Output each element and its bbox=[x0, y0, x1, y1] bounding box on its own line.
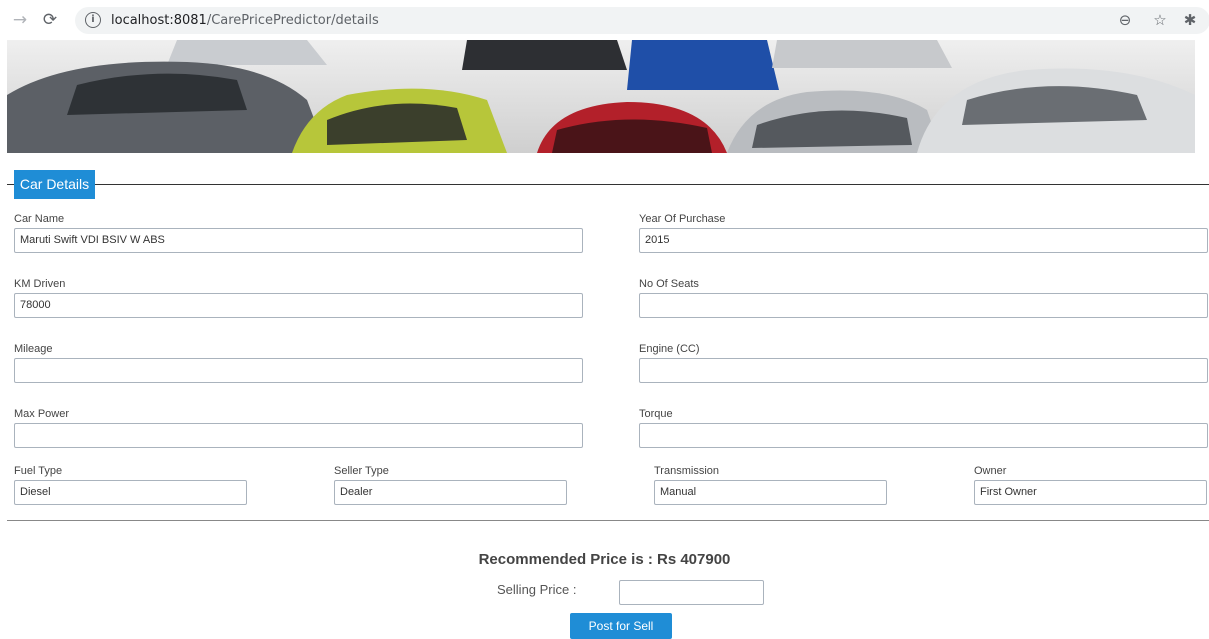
year-of-purchase-label: Year Of Purchase bbox=[639, 213, 726, 225]
url-path: /CarePricePredictor/details bbox=[206, 13, 379, 28]
car-name-label: Car Name bbox=[14, 213, 65, 225]
url-host: localhost:8081 bbox=[111, 13, 207, 28]
zoom-icon[interactable]: ⊖ bbox=[1115, 10, 1135, 30]
forward-icon[interactable]: → bbox=[10, 10, 30, 30]
form-divider bbox=[7, 520, 1209, 521]
post-for-sell-button[interactable]: Post for Sell bbox=[570, 613, 672, 639]
fuel-type-label: Fuel Type bbox=[14, 465, 63, 477]
torque-label: Torque bbox=[639, 408, 673, 420]
owner-field[interactable]: First Owner bbox=[974, 480, 1207, 505]
url-text[interactable]: localhost:8081/CarePricePredictor/detail… bbox=[111, 13, 379, 28]
km-driven-field[interactable]: 78000 bbox=[14, 293, 583, 318]
extensions-puzzle-icon[interactable]: ✱ bbox=[1180, 10, 1200, 30]
torque-field[interactable] bbox=[639, 423, 1208, 448]
recommended-price-text: Recommended Price is : Rs 407900 bbox=[478, 551, 731, 568]
engine-cc-label: Engine (CC) bbox=[639, 343, 700, 355]
browser-toolbar: → ⟳ i localhost:8081/CarePricePredictor/… bbox=[0, 0, 1209, 40]
max-power-field[interactable] bbox=[14, 423, 583, 448]
no-of-seats-label: No Of Seats bbox=[639, 278, 699, 290]
seller-type-label: Seller Type bbox=[334, 465, 389, 477]
km-driven-label: KM Driven bbox=[14, 278, 66, 290]
no-of-seats-field[interactable] bbox=[639, 293, 1208, 318]
transmission-field[interactable]: Manual bbox=[654, 480, 887, 505]
section-divider-line bbox=[7, 184, 1209, 185]
info-icon[interactable]: i bbox=[85, 12, 101, 28]
mileage-field[interactable] bbox=[14, 358, 583, 383]
year-of-purchase-field[interactable]: 2015 bbox=[639, 228, 1208, 253]
car-name-field[interactable]: Maruti Swift VDI BSIV W ABS bbox=[14, 228, 583, 253]
engine-cc-field[interactable] bbox=[639, 358, 1208, 383]
owner-label: Owner bbox=[974, 465, 1007, 477]
selling-price-input[interactable] bbox=[619, 580, 764, 605]
address-bar[interactable]: i localhost:8081/CarePricePredictor/deta… bbox=[75, 7, 1209, 34]
bookmark-star-icon[interactable]: ☆ bbox=[1150, 10, 1170, 30]
mileage-label: Mileage bbox=[14, 343, 53, 355]
cars-banner-image bbox=[7, 40, 1195, 153]
max-power-label: Max Power bbox=[14, 408, 70, 420]
reload-icon[interactable]: ⟳ bbox=[40, 10, 60, 30]
seller-type-field[interactable]: Dealer bbox=[334, 480, 567, 505]
fuel-type-field[interactable]: Diesel bbox=[14, 480, 247, 505]
transmission-label: Transmission bbox=[654, 465, 719, 477]
cars-illustration bbox=[7, 40, 1195, 153]
selling-price-label: Selling Price : bbox=[497, 582, 577, 597]
section-title-car-details: Car Details bbox=[14, 170, 95, 199]
